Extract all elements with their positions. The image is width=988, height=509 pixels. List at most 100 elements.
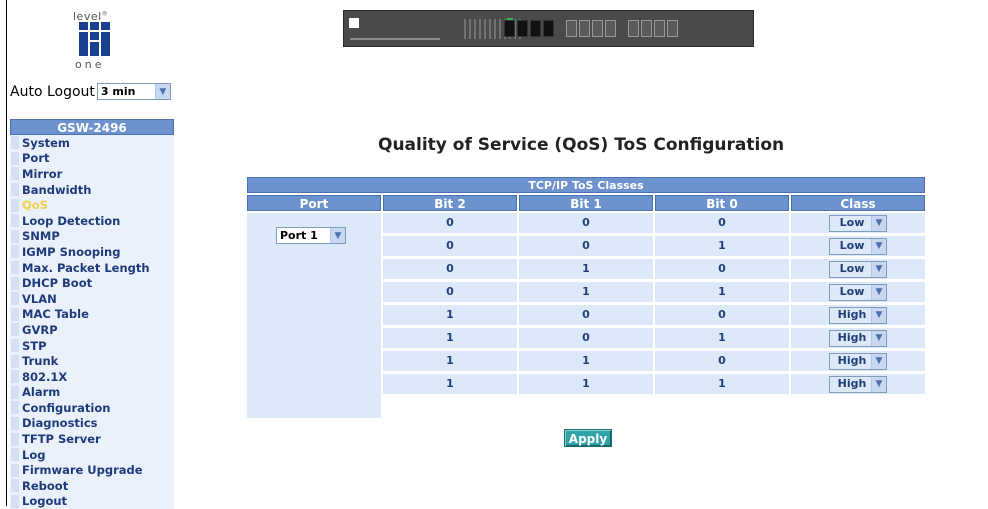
- cell-bit2: 1: [383, 374, 517, 394]
- left-border-line: [6, 0, 7, 506]
- chevron-down-icon: ▼: [871, 261, 886, 277]
- sidebar-item-label: Firmware Upgrade: [22, 463, 143, 478]
- sidebar-item-label: Bandwidth: [22, 182, 92, 197]
- menu-bullet-icon: [11, 354, 19, 368]
- sidebar-item-loop-detection[interactable]: Loop Detection: [10, 212, 174, 229]
- cell-bit0: 0: [655, 259, 789, 279]
- class-select[interactable]: High ▼: [829, 306, 887, 324]
- menu-bullet-icon: [11, 307, 19, 321]
- menu-bullet-icon: [11, 370, 19, 384]
- sidebar-item-reboot[interactable]: Reboot: [10, 478, 174, 494]
- sidebar-item-dhcp-boot[interactable]: DHCP Boot: [10, 275, 174, 291]
- cell-bit2: 0: [383, 213, 517, 233]
- sidebar-item-log[interactable]: Log: [10, 446, 174, 463]
- sidebar-item-label: Reboot: [22, 478, 69, 493]
- cell-bit0: 1: [655, 282, 789, 302]
- cell-class: High ▼: [791, 374, 925, 394]
- class-select[interactable]: High ▼: [829, 375, 887, 393]
- menu-bullet-icon: [11, 385, 19, 399]
- cell-bit1: 0: [519, 305, 653, 325]
- menu-bullet-icon: [11, 276, 19, 290]
- sidebar-item-snmp[interactable]: SNMP: [10, 228, 174, 245]
- cell-bit0: 1: [655, 328, 789, 348]
- sidebar-item-label: QoS: [22, 198, 48, 213]
- menu-bullet-icon: [11, 448, 19, 462]
- sidebar-item-port[interactable]: Port: [10, 150, 174, 167]
- sidebar-item-tftp-server[interactable]: TFTP Server: [10, 431, 174, 447]
- cell-bit1: 1: [519, 351, 653, 371]
- sidebar-item-bandwidth[interactable]: Bandwidth: [10, 181, 174, 198]
- sidebar-item-label: Alarm: [22, 385, 61, 400]
- menu-bullet-icon: [11, 136, 19, 150]
- cell-bit0: 0: [655, 351, 789, 371]
- menu-bullet-icon: [11, 151, 19, 165]
- port-select[interactable]: Port 1 ▼: [276, 227, 346, 244]
- sidebar-item-diagnostics[interactable]: Diagnostics: [10, 415, 174, 432]
- cell-bit1: 0: [519, 213, 653, 233]
- menu-bullet-icon: [11, 167, 19, 181]
- header-bit2: Bit 2: [383, 195, 517, 211]
- menu-bullet-icon: [11, 479, 19, 493]
- menu-bullet-icon: [11, 339, 19, 353]
- sidebar-item-logout[interactable]: Logout: [10, 493, 174, 509]
- cell-bit1: 1: [519, 282, 653, 302]
- sidebar-item-firmware-upgrade[interactable]: Firmware Upgrade: [10, 462, 174, 479]
- sidebar-item-label: Log: [22, 447, 46, 462]
- chevron-down-icon: ▼: [154, 84, 170, 99]
- sidebar-item-gvrp[interactable]: GVRP: [10, 322, 174, 338]
- sidebar-item-label: DHCP Boot: [22, 276, 93, 291]
- table-row: 0 0 0 Low ▼: [383, 213, 925, 233]
- sidebar-item-stp[interactable]: STP: [10, 337, 174, 354]
- table-row: 1 0 1 High ▼: [383, 328, 925, 348]
- table-header-row: Port Bit 2 Bit 1 Bit 0 Class: [247, 195, 925, 211]
- sidebar-item-alarm[interactable]: Alarm: [10, 384, 174, 401]
- class-select[interactable]: High ▼: [829, 352, 887, 370]
- chevron-down-icon: ▼: [871, 307, 886, 323]
- header-bit0: Bit 0: [655, 195, 789, 211]
- class-select[interactable]: Low ▼: [829, 214, 887, 232]
- sidebar-item-qos[interactable]: QoS: [10, 197, 174, 213]
- table-row: 1 1 1 High ▼: [383, 374, 925, 394]
- class-select[interactable]: Low ▼: [829, 237, 887, 255]
- sidebar-item-label: Port: [22, 151, 50, 166]
- cell-class: High ▼: [791, 351, 925, 371]
- sidebar-item-mac-table[interactable]: MAC Table: [10, 306, 174, 323]
- sidebar-item-label: 802.1X: [22, 369, 68, 384]
- switch-device-image: [343, 10, 754, 47]
- port-cell: Port 1 ▼: [247, 213, 381, 418]
- sidebar-item-system[interactable]: System: [10, 135, 174, 151]
- sidebar-item-label: STP: [22, 338, 47, 353]
- auto-logout: Auto Logout 3 min ▼: [10, 83, 171, 100]
- header-class: Class: [791, 195, 925, 211]
- auto-logout-select[interactable]: 3 min ▼: [96, 83, 171, 100]
- menu-bullet-icon: [11, 323, 19, 337]
- class-select[interactable]: Low ▼: [829, 260, 887, 278]
- class-select[interactable]: High ▼: [829, 329, 887, 347]
- sidebar-item-802-1x[interactable]: 802.1X: [10, 368, 174, 385]
- sidebar-item-vlan[interactable]: VLAN: [10, 290, 174, 307]
- sidebar-item-label: Logout: [22, 494, 68, 509]
- table-row: 0 1 0 Low ▼: [383, 259, 925, 279]
- cell-bit2: 0: [383, 259, 517, 279]
- sidebar-item-label: VLAN: [22, 291, 57, 306]
- sidebar-item-mirror[interactable]: Mirror: [10, 166, 174, 182]
- sidebar-item-label: TFTP Server: [22, 432, 101, 447]
- sidebar-item-label: Loop Detection: [22, 213, 121, 228]
- table-caption: TCP/IP ToS Classes: [247, 177, 925, 193]
- menu-bullet-icon: [11, 198, 19, 212]
- apply-button[interactable]: Apply: [564, 429, 612, 447]
- menu-bullet-icon: [11, 229, 19, 243]
- cell-class: High ▼: [791, 328, 925, 348]
- sidebar-item-configuration[interactable]: Configuration: [10, 400, 174, 416]
- class-select[interactable]: Low ▼: [829, 283, 887, 301]
- menu-bullet-icon: [11, 401, 19, 415]
- cell-class: Low ▼: [791, 236, 925, 256]
- sidebar-item-igmp-snooping[interactable]: IGMP Snooping: [10, 244, 174, 260]
- menu-bullet-icon: [11, 292, 19, 306]
- menu-bullet-icon: [11, 463, 19, 477]
- sidebar-item-max-packet-length[interactable]: Max. Packet Length: [10, 259, 174, 276]
- sidebar-item-label: System: [22, 135, 70, 150]
- table-row: 1 1 0 High ▼: [383, 351, 925, 371]
- sidebar-item-trunk[interactable]: Trunk: [10, 353, 174, 369]
- chevron-down-icon: ▼: [871, 215, 886, 231]
